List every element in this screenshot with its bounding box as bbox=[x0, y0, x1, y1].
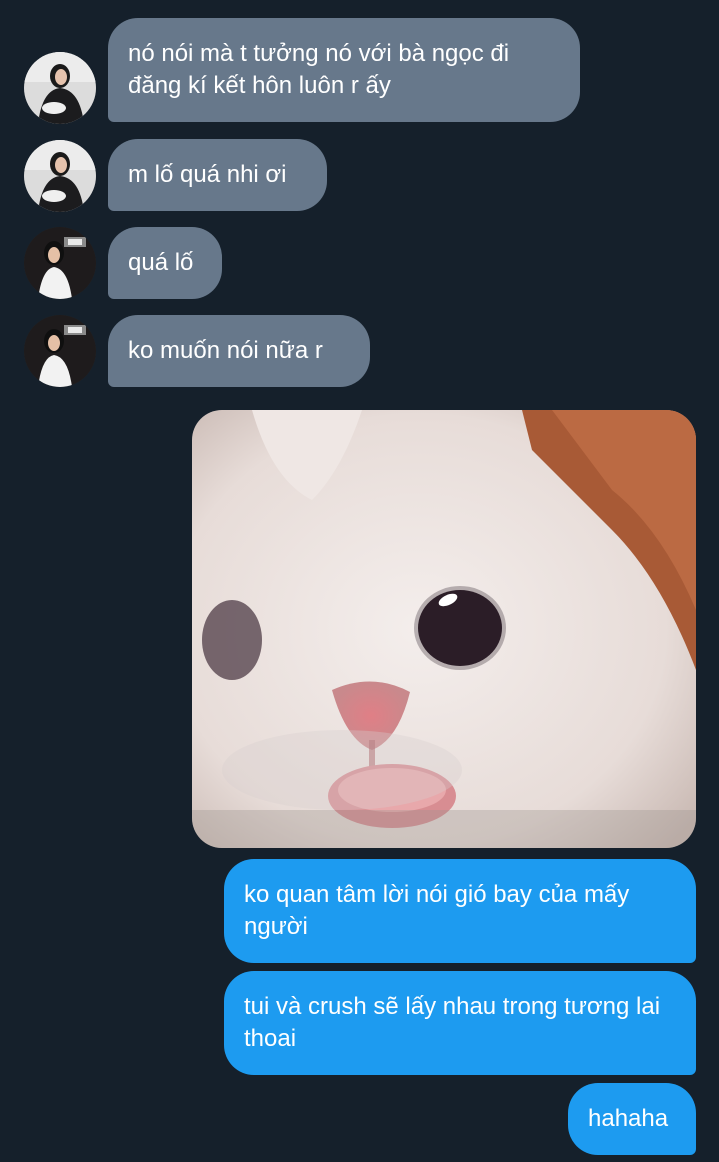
cat-photo-icon bbox=[192, 410, 696, 848]
cat-photo-message[interactable] bbox=[192, 410, 696, 848]
outgoing-message: tui và crush sẽ lấy nhau trong tương lai… bbox=[224, 971, 696, 1075]
sender-avatar[interactable] bbox=[24, 227, 96, 299]
incoming-message: nó nói mà t tưởng nó với bà ngọc đi đăng… bbox=[108, 18, 580, 122]
outgoing-message: ko quan tâm lời nói gió bay của mấy ngườ… bbox=[224, 859, 696, 963]
incoming-message: m lố quá nhi ơi bbox=[108, 139, 327, 211]
incoming-message: ko muốn nói nữa r bbox=[108, 315, 370, 387]
incoming-message: quá lố bbox=[108, 227, 222, 299]
sender-avatar[interactable] bbox=[24, 52, 96, 124]
sender-avatar[interactable] bbox=[24, 315, 96, 387]
sender-avatar[interactable] bbox=[24, 140, 96, 212]
outgoing-message: hahaha bbox=[568, 1083, 696, 1155]
